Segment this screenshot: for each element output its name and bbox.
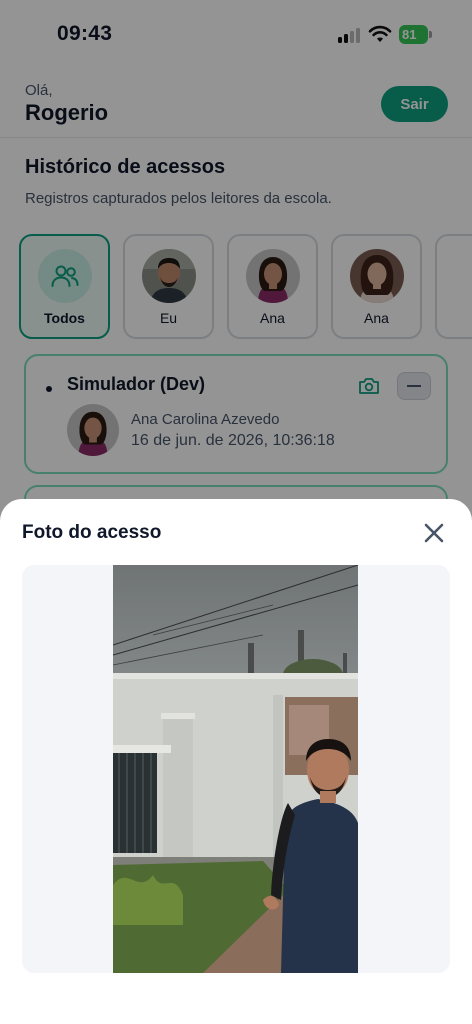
photo-bottom-sheet: Foto do acesso: [0, 499, 472, 1024]
access-photo: [113, 565, 358, 973]
access-photo-frame: [22, 565, 450, 973]
close-icon[interactable]: [420, 519, 448, 547]
sheet-title: Foto do acesso: [22, 522, 162, 543]
